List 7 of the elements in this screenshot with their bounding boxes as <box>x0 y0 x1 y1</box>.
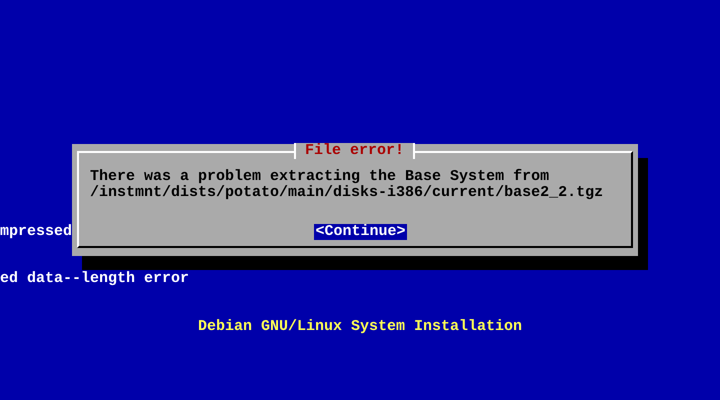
continue-button[interactable]: <Continue> <box>314 224 406 240</box>
console-text: mpressed <box>0 224 72 240</box>
footer-title: Debian GNU/Linux System Installation <box>198 319 522 335</box>
console-text: ed data--length error <box>0 271 190 287</box>
dialog-title: File error! <box>294 143 416 159</box>
dialog-message: There was a problem extracting the Base System from <box>90 169 550 185</box>
dialog-message: /instmnt/dists/potato/main/disks-i386/current/base2_2.tgz <box>90 185 604 201</box>
